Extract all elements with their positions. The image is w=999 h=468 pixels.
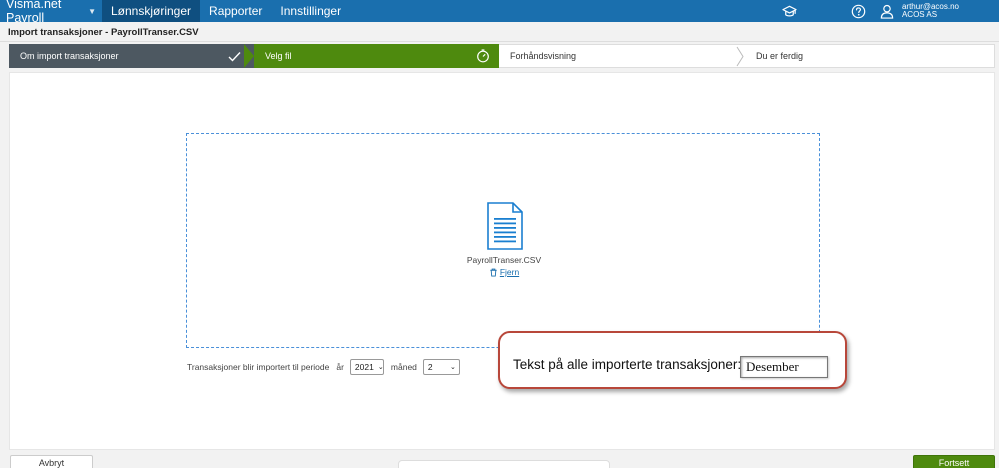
transaction-text-label: Tekst på alle importerte transaksjoner: [513,357,742,372]
year-label: år [336,362,344,372]
file-name: PayrollTranser.CSV [466,255,542,265]
wizard-step-velg-fil[interactable]: Velg fil [254,44,499,68]
feedback-widget[interactable] [398,460,610,468]
continue-button[interactable]: Fortsett [913,455,995,468]
document-icon [487,202,523,250]
user-info[interactable]: arthur@acos.no ACOS AS [902,3,959,19]
wizard-step-label: Om import transaksjoner [20,51,119,61]
transaction-text-input[interactable]: Desember [740,356,828,378]
trash-icon [490,268,497,277]
step-separator [736,46,744,67]
remove-label: Fjern [499,267,520,277]
top-navigation-bar: Visma.net Payroll ▼ Lønnskjøringer Rappo… [0,0,999,25]
transaction-text-callout: Tekst på alle importerte transaksjoner: … [498,331,847,389]
year-select[interactable]: 2021 ⌄ [349,359,384,375]
nav-item-rapporter[interactable]: Rapporter [200,0,271,22]
month-select[interactable]: 2 ⌄ [422,359,460,375]
file-drop-zone[interactable]: PayrollTranser.CSV Fjern [186,133,820,348]
page-header: Import transaksjoner - PayrollTranser.CS… [0,22,999,42]
user-icon[interactable] [876,0,898,22]
graduation-cap-icon[interactable] [778,0,800,22]
page-title: Import transaksjoner - PayrollTranser.CS… [8,27,199,38]
user-company: ACOS AS [901,10,938,19]
import-period-row: Transaksjoner blir importert til periode… [187,359,460,375]
month-value: 2 [427,362,433,372]
checkmark-icon [226,48,242,64]
chevron-down-icon: ⌄ [450,364,456,371]
chevron-down-icon: ▼ [88,6,96,16]
wizard-step-label: Du er ferdig [756,51,804,61]
year-value: 2021 [354,362,374,372]
wizard-step-forhandsvisning[interactable]: Forhåndsvisning [499,44,745,68]
cancel-button[interactable]: Avbryt [10,455,93,468]
period-label: Transaksjoner blir importert til periode [187,362,330,372]
month-label: måned [390,362,417,372]
step-separator [244,44,254,68]
wizard-step-label: Forhåndsvisning [510,51,577,61]
nav-item-lonnskjoringer[interactable]: Lønnskjøringer [102,0,201,22]
wizard-step-label: Velg fil [265,51,292,61]
wizard-step-du-er-ferdig[interactable]: Du er ferdig [745,44,995,68]
remove-file-link[interactable]: Fjern [187,267,821,277]
app-switcher[interactable]: Visma.net Payroll ▼ [0,0,102,25]
wizard-step-om-import[interactable]: Om import transaksjoner [9,44,254,68]
nav-item-innstillinger[interactable]: Innstillinger [271,0,350,22]
chevron-down-icon: ⌄ [377,364,384,371]
help-icon[interactable] [848,0,870,22]
step-separator [489,44,499,68]
wizard-steps: Om import transaksjoner Velg fil Forhånd… [9,44,995,68]
